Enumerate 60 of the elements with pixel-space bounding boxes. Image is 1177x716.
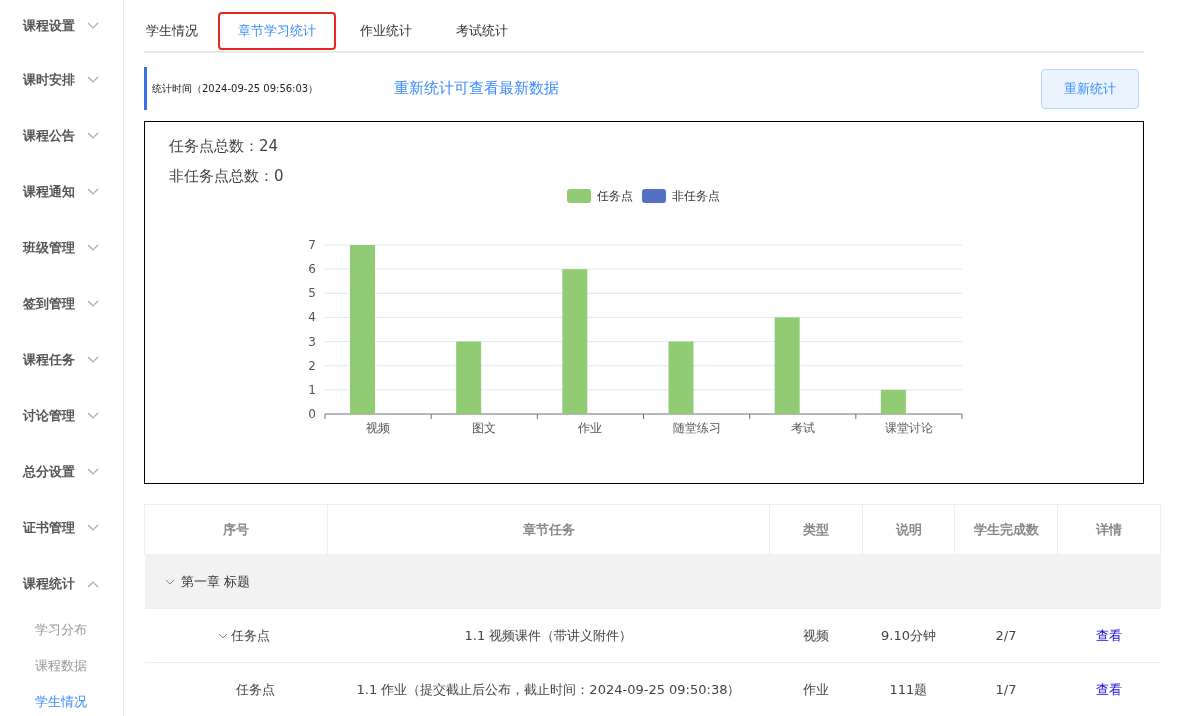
- sidebar-item[interactable]: 课程设置: [0, 0, 123, 52]
- y-tick-label: 5: [308, 286, 316, 301]
- task-label: 任务点: [230, 626, 270, 645]
- column-header: 学生完成数: [954, 504, 1058, 555]
- legend-item[interactable]: 非任务点: [642, 189, 720, 203]
- tab[interactable]: 考试统计: [436, 11, 528, 50]
- sidebar-item[interactable]: 课程通知: [0, 164, 123, 220]
- tab[interactable]: 学生情况: [144, 11, 218, 50]
- view-link[interactable]: 查看: [1096, 627, 1122, 643]
- sidebar-item[interactable]: 课程任务: [0, 332, 123, 388]
- tab[interactable]: 作业统计: [340, 11, 432, 50]
- task-note: 9.10分钟: [881, 627, 936, 643]
- legend-label: 任务点: [596, 189, 633, 203]
- column-header: 说明: [862, 504, 955, 555]
- tab[interactable]: 章节学习统计: [218, 11, 336, 50]
- column-header: 类型: [769, 504, 863, 555]
- column-header: 详情: [1057, 504, 1161, 555]
- x-category-label: 视频: [366, 421, 391, 435]
- legend-item[interactable]: 任务点: [567, 189, 633, 203]
- sidebar-item[interactable]: 课程公告: [0, 108, 123, 164]
- y-tick-label: 1: [308, 382, 316, 397]
- x-category-label: 课堂讨论: [884, 421, 933, 435]
- sidebar-item[interactable]: 课时安排: [0, 52, 123, 108]
- chapter-row[interactable]: 第一章 标题: [144, 554, 1161, 609]
- stat-time: 统计时间（2024-09-25 09:56:03）: [152, 81, 319, 96]
- sidebar-item[interactable]: 讨论管理: [0, 388, 123, 444]
- y-tick-label: 3: [308, 334, 316, 349]
- x-category-label: 考试: [790, 421, 815, 435]
- column-header: 章节任务: [327, 504, 770, 555]
- y-tick-label: 4: [308, 310, 316, 325]
- task-name: 1.1 作业（提交截止后公布，截止时间：2024-09-25 09:50:38）: [356, 681, 741, 697]
- column-header: 序号: [144, 504, 328, 555]
- task-count: 任务点总数：24: [169, 136, 280, 157]
- x-category-label: 随堂练习: [672, 421, 721, 435]
- sidebar-item[interactable]: 总分设置: [0, 444, 123, 500]
- y-tick-label: 6: [308, 262, 316, 277]
- sidebar-item[interactable]: 班级管理: [0, 220, 123, 276]
- y-tick-label: 0: [308, 407, 316, 421]
- sidebar-item[interactable]: 证书管理: [0, 500, 123, 556]
- chapter-title: 第一章 标题: [180, 572, 250, 591]
- x-category-label: 图文: [472, 421, 497, 435]
- chevron-icon[interactable]: [217, 632, 228, 639]
- submenu-item[interactable]: 学生情况: [0, 684, 123, 716]
- hint-text: 重新统计可查看最新数据: [394, 79, 560, 98]
- completion-count: 2/7: [995, 628, 1017, 643]
- y-tick-label: 2: [308, 358, 316, 373]
- task-type: 作业: [803, 681, 829, 697]
- legend-label: 非任务点: [672, 189, 720, 203]
- completion-count: 1/7: [995, 682, 1017, 697]
- task-type: 视频: [803, 627, 829, 643]
- task-note: 111题: [889, 681, 928, 697]
- sidebar-item[interactable]: 签到管理: [0, 276, 123, 332]
- view-link[interactable]: 查看: [1096, 681, 1122, 697]
- x-category-label: 作业: [578, 421, 603, 435]
- sidebar-item[interactable]: 课程统计: [0, 556, 123, 612]
- bar: [880, 389, 906, 414]
- non-task-count: 非任务点总数：0: [169, 166, 285, 187]
- task-name: 1.1 视频课件（带讲义附件）: [464, 627, 633, 643]
- y-tick-label: 7: [308, 238, 316, 252]
- task-label: 任务点: [234, 680, 275, 699]
